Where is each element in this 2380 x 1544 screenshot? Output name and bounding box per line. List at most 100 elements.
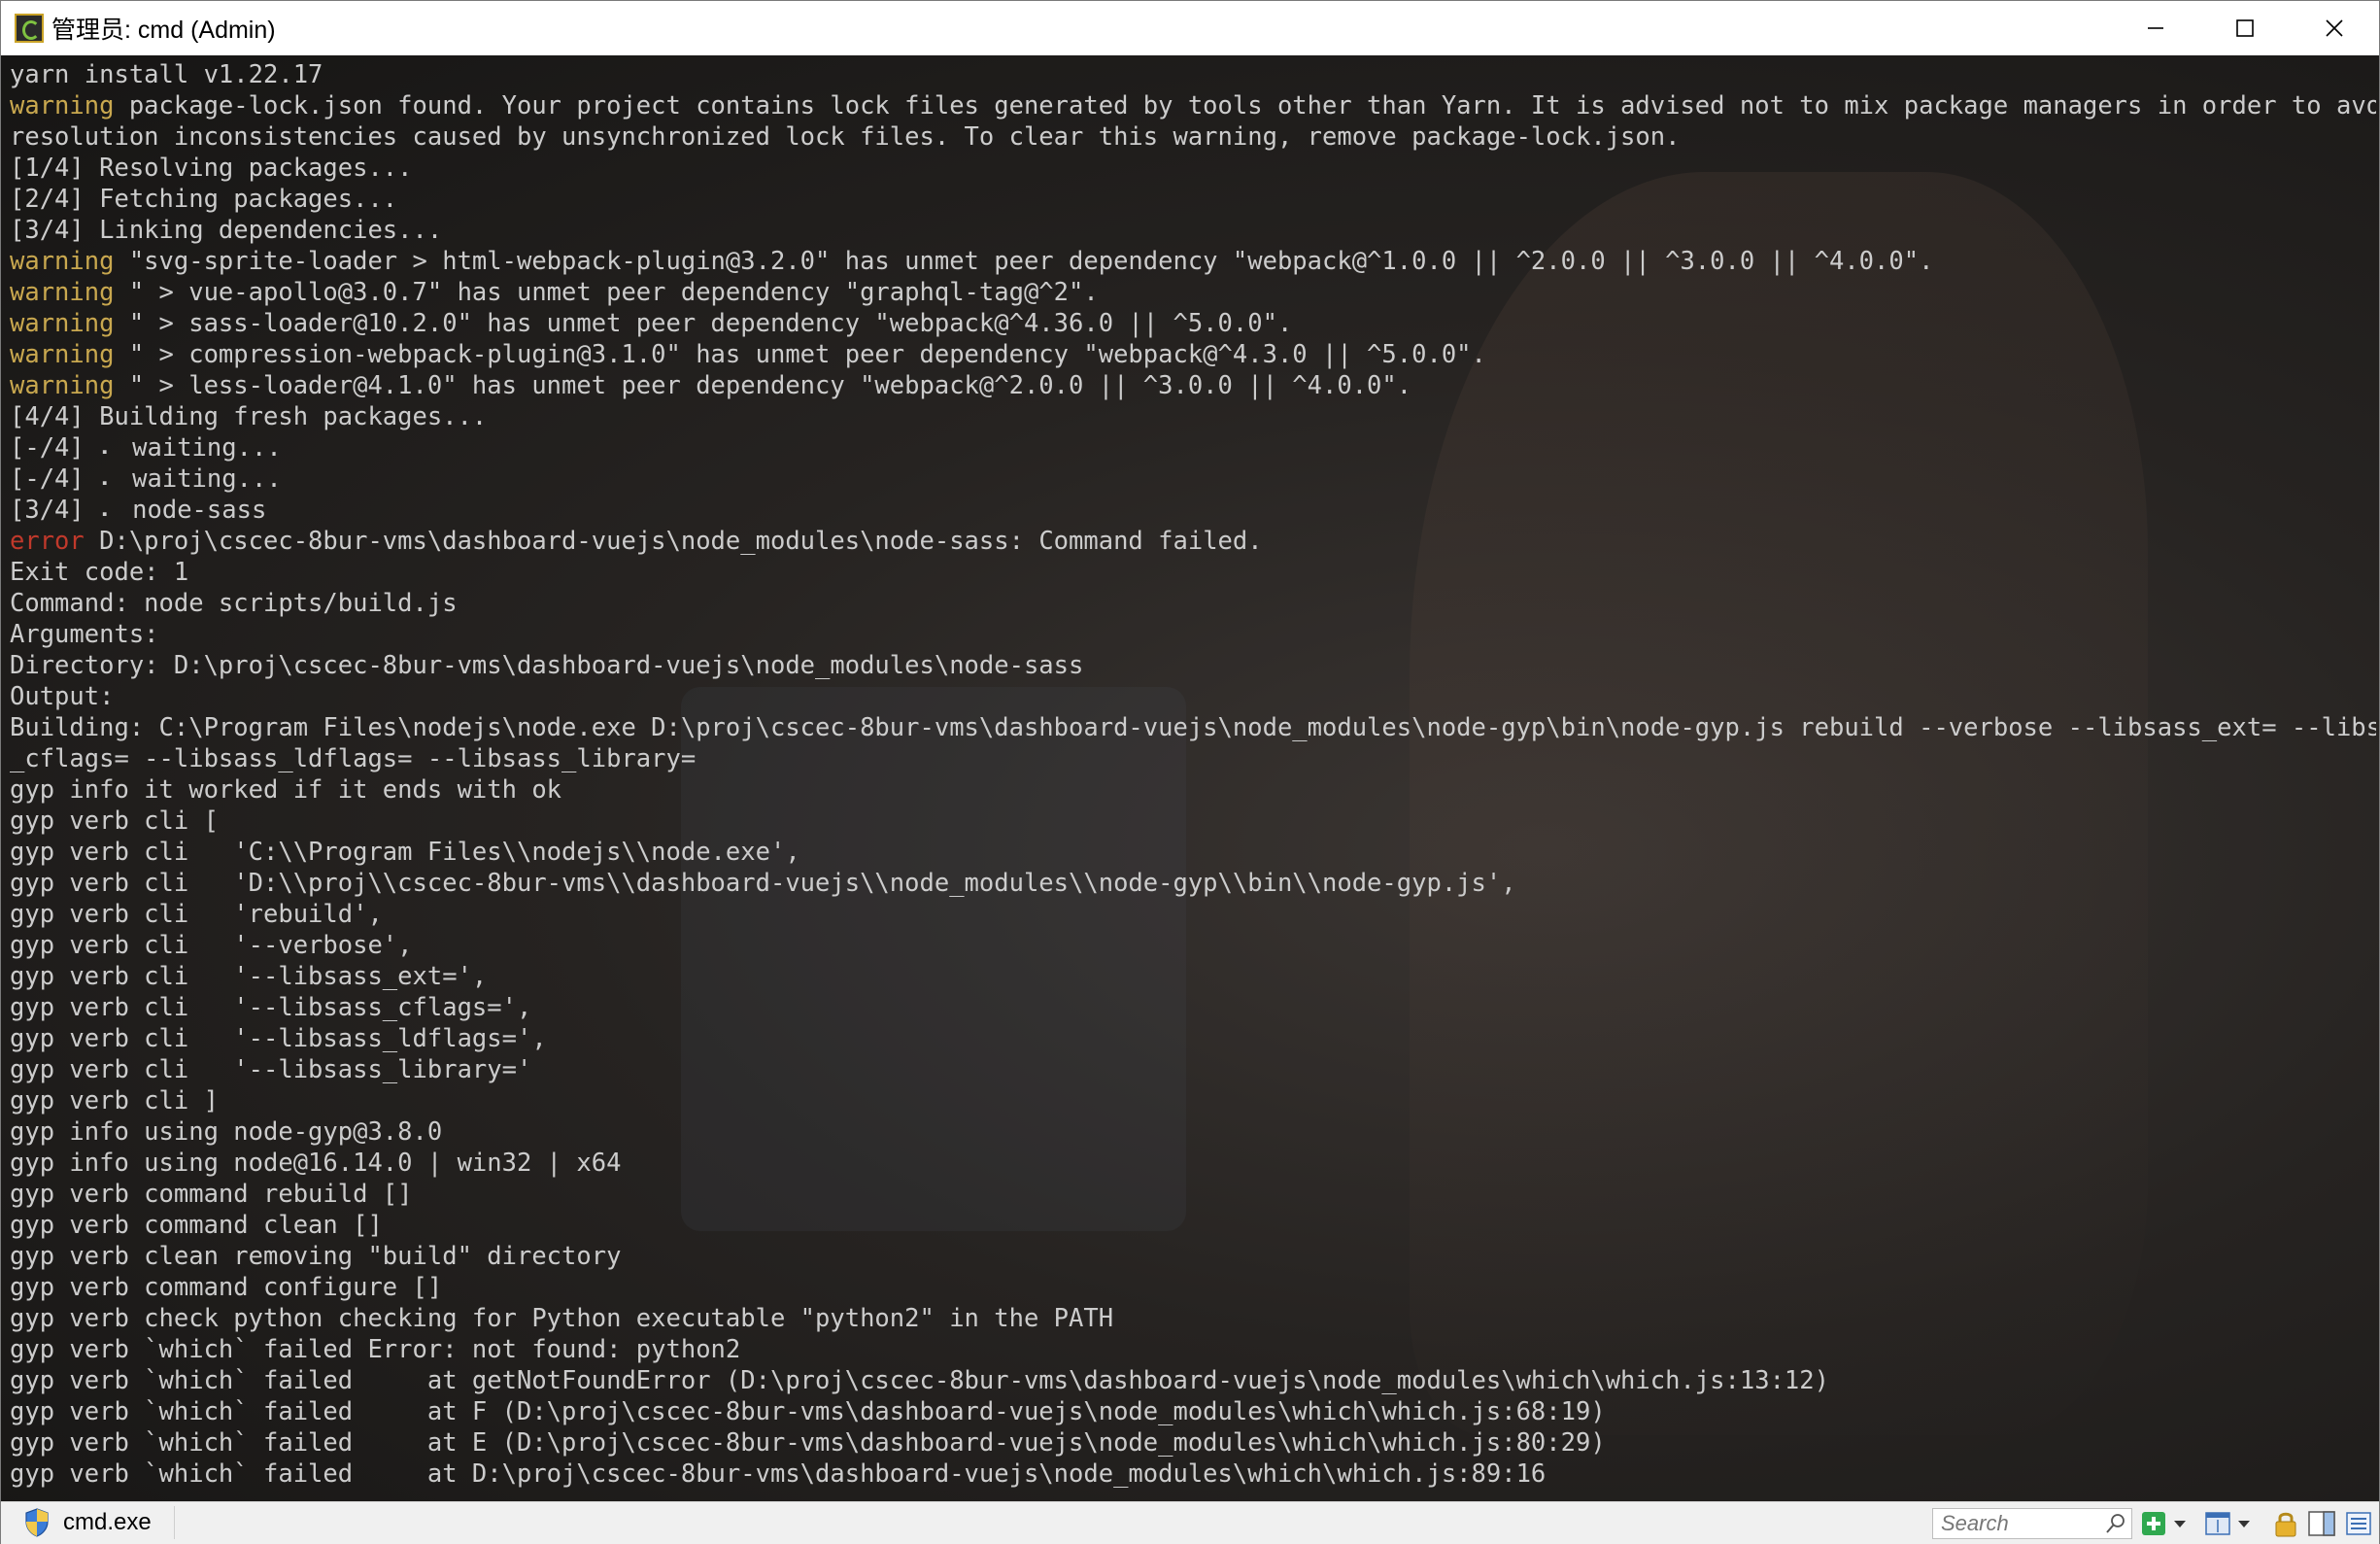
close-button[interactable] bbox=[2290, 1, 2379, 55]
split-view-button[interactable] bbox=[2307, 1510, 2336, 1537]
console-line: gyp verb cli ] bbox=[10, 1085, 2376, 1116]
search-icon[interactable] bbox=[2104, 1512, 2127, 1535]
console-line-text: Exit code: 1 bbox=[10, 558, 189, 587]
console-line: [-/4] ⠄ waiting... bbox=[10, 432, 2376, 463]
console-line-text: [1/4] Resolving packages... bbox=[10, 154, 413, 183]
console-tab[interactable]: cmd.exe bbox=[9, 1506, 175, 1539]
console-warning-label: warning bbox=[10, 340, 115, 369]
console-line-text: " > sass-loader@10.2.0" has unmet peer d… bbox=[114, 309, 1293, 338]
console-line: gyp verb cli '--libsass_ldflags=', bbox=[10, 1023, 2376, 1054]
console-line-text: Directory: D:\proj\cscec-8bur-vms\dashbo… bbox=[10, 651, 1084, 680]
console-line: gyp verb cli 'C:\\Program Files\\nodejs\… bbox=[10, 837, 2376, 868]
console-line-text: gyp verb command rebuild [] bbox=[10, 1180, 413, 1209]
console-line: error D:\proj\cscec-8bur-vms\dashboard-v… bbox=[10, 526, 2376, 557]
console-line: warning " > compression-webpack-plugin@3… bbox=[10, 339, 2376, 370]
console-line-text: " > less-loader@4.1.0" has unmet peer de… bbox=[114, 371, 1412, 400]
console-error-label: error bbox=[10, 527, 85, 556]
admin-shield-icon bbox=[25, 1508, 49, 1537]
layout-button[interactable] bbox=[2204, 1510, 2231, 1537]
console-line: [2/4] Fetching packages... bbox=[10, 184, 2376, 215]
console-line-text: gyp verb cli '--libsass_ldflags=', bbox=[10, 1024, 547, 1053]
console-line-text: resolution inconsistencies caused by uns… bbox=[10, 122, 1681, 152]
console-line: gyp verb cli [ bbox=[10, 806, 2376, 837]
console-line: [4/4] Building fresh packages... bbox=[10, 401, 2376, 432]
console-line-text: " > vue-apollo@3.0.7" has unmet peer dep… bbox=[114, 278, 1099, 307]
console-line-text: D:\proj\cscec-8bur-vms\dashboard-vuejs\n… bbox=[84, 527, 1263, 556]
console-line-text: gyp verb `which` failed at E (D:\proj\cs… bbox=[10, 1428, 1606, 1458]
add-console-icon bbox=[2142, 1512, 2165, 1535]
console-line: resolution inconsistencies caused by uns… bbox=[10, 121, 2376, 153]
new-console-button[interactable] bbox=[2140, 1510, 2167, 1537]
console-line-text: gyp verb check python checking for Pytho… bbox=[10, 1304, 1114, 1333]
title-bar[interactable]: 管理员: cmd (Admin) bbox=[1, 1, 2379, 55]
console-line-text: gyp info using node@16.14.0 | win32 | x6… bbox=[10, 1149, 622, 1178]
layout-dropdown[interactable] bbox=[2235, 1510, 2253, 1537]
console-line-text: [-/4] ⠄ waiting... bbox=[10, 464, 282, 494]
console-line: gyp verb cli '--libsass_cflags=', bbox=[10, 992, 2376, 1023]
console-line: gyp info using node-gyp@3.8.0 bbox=[10, 1116, 2376, 1148]
console-line: Directory: D:\proj\cscec-8bur-vms\dashbo… bbox=[10, 650, 2376, 681]
console-line-text: gyp verb `which` failed at D:\proj\cscec… bbox=[10, 1459, 1547, 1489]
console-line-text: gyp verb cli 'D:\\proj\\cscec-8bur-vms\\… bbox=[10, 869, 1516, 898]
console-line: Building: C:\Program Files\nodejs\node.e… bbox=[10, 712, 2376, 743]
console-line: gyp info it worked if it ends with ok bbox=[10, 774, 2376, 806]
layout-icon bbox=[2205, 1512, 2230, 1535]
console-line-text: gyp info using node-gyp@3.8.0 bbox=[10, 1117, 443, 1147]
menu-button[interactable] bbox=[2344, 1510, 2373, 1537]
console-output[interactable]: yarn install v1.22.17 warning package-loc… bbox=[1, 55, 2379, 1501]
console-line: gyp verb command clean [] bbox=[10, 1210, 2376, 1241]
window-controls bbox=[2111, 1, 2379, 55]
console-line: gyp info using node@16.14.0 | win32 | x6… bbox=[10, 1148, 2376, 1179]
console-line-text: [3/4] Linking dependencies... bbox=[10, 216, 443, 245]
console-warning-label: warning bbox=[10, 278, 115, 307]
console-line: warning "svg-sprite-loader > html-webpac… bbox=[10, 246, 2376, 277]
console-line: gyp verb `which` failed Error: not found… bbox=[10, 1334, 2376, 1365]
console-line-text: Output: bbox=[10, 682, 115, 711]
minimize-button[interactable] bbox=[2111, 1, 2200, 55]
console-line: [3/4] Linking dependencies... bbox=[10, 215, 2376, 246]
console-line: yarn install v1.22.17 bbox=[10, 59, 2376, 90]
status-bar: cmd.exe bbox=[1, 1501, 2379, 1544]
console-line: gyp verb cli '--verbose', bbox=[10, 930, 2376, 961]
console-line: [1/4] Resolving packages... bbox=[10, 153, 2376, 184]
console-line-text: gyp verb command configure [] bbox=[10, 1273, 443, 1302]
console-line-text: gyp verb cli 'C:\\Program Files\\nodejs\… bbox=[10, 838, 800, 867]
console-line: warning " > less-loader@4.1.0" has unmet… bbox=[10, 370, 2376, 401]
console-line: warning " > vue-apollo@3.0.7" has unmet … bbox=[10, 277, 2376, 308]
console-line-text: gyp verb clean removing "build" director… bbox=[10, 1242, 622, 1271]
console-line-text: Command: node scripts/build.js bbox=[10, 589, 458, 618]
new-console-dropdown[interactable] bbox=[2171, 1510, 2189, 1537]
console-line-text: gyp verb cli '--verbose', bbox=[10, 931, 413, 960]
maximize-icon bbox=[2236, 19, 2254, 37]
console-warning-label: warning bbox=[10, 309, 115, 338]
console-line-text: " > compression-webpack-plugin@3.1.0" ha… bbox=[114, 340, 1486, 369]
console-line: gyp verb `which` failed at D:\proj\cscec… bbox=[10, 1458, 2376, 1490]
process-name: cmd.exe bbox=[63, 1509, 152, 1535]
console-line: gyp verb cli 'rebuild', bbox=[10, 899, 2376, 930]
search-input[interactable] bbox=[1939, 1510, 2098, 1537]
console-line: gyp verb clean removing "build" director… bbox=[10, 1241, 2376, 1272]
console-line-text: yarn install v1.22.17 bbox=[10, 60, 323, 89]
console-line: [-/4] ⠄ waiting... bbox=[10, 463, 2376, 495]
maximize-button[interactable] bbox=[2200, 1, 2290, 55]
chevron-down-icon bbox=[2174, 1521, 2186, 1527]
minimize-icon bbox=[2148, 27, 2163, 29]
console-line: gyp verb `which` failed at F (D:\proj\cs… bbox=[10, 1396, 2376, 1427]
console-line-text: gyp verb cli [ bbox=[10, 806, 219, 836]
console-line-text: [4/4] Building fresh packages... bbox=[10, 402, 488, 431]
console-line-text: gyp verb cli '--libsass_cflags=', bbox=[10, 993, 532, 1022]
console-icon[interactable] bbox=[15, 14, 44, 43]
console-line: Arguments: bbox=[10, 619, 2376, 650]
window-title: 管理员: cmd (Admin) bbox=[51, 17, 276, 44]
console-line: gyp verb `which` failed at getNotFoundEr… bbox=[10, 1365, 2376, 1396]
console-line-text: gyp verb cli ] bbox=[10, 1086, 219, 1115]
console-line-text: gyp verb cli '--libsass_library=' bbox=[10, 1055, 532, 1084]
console-line: gyp verb cli 'D:\\proj\\cscec-8bur-vms\\… bbox=[10, 868, 2376, 899]
console-line-text: gyp verb command clean [] bbox=[10, 1211, 383, 1240]
console-warning-label: warning bbox=[10, 91, 115, 120]
lock-button[interactable] bbox=[2272, 1510, 2299, 1537]
console-line: gyp verb check python checking for Pytho… bbox=[10, 1303, 2376, 1334]
search-field[interactable] bbox=[1932, 1508, 2132, 1539]
console-line: Output: bbox=[10, 681, 2376, 712]
console-line-text: _cflags= --libsass_ldflags= --libsass_li… bbox=[10, 744, 697, 773]
